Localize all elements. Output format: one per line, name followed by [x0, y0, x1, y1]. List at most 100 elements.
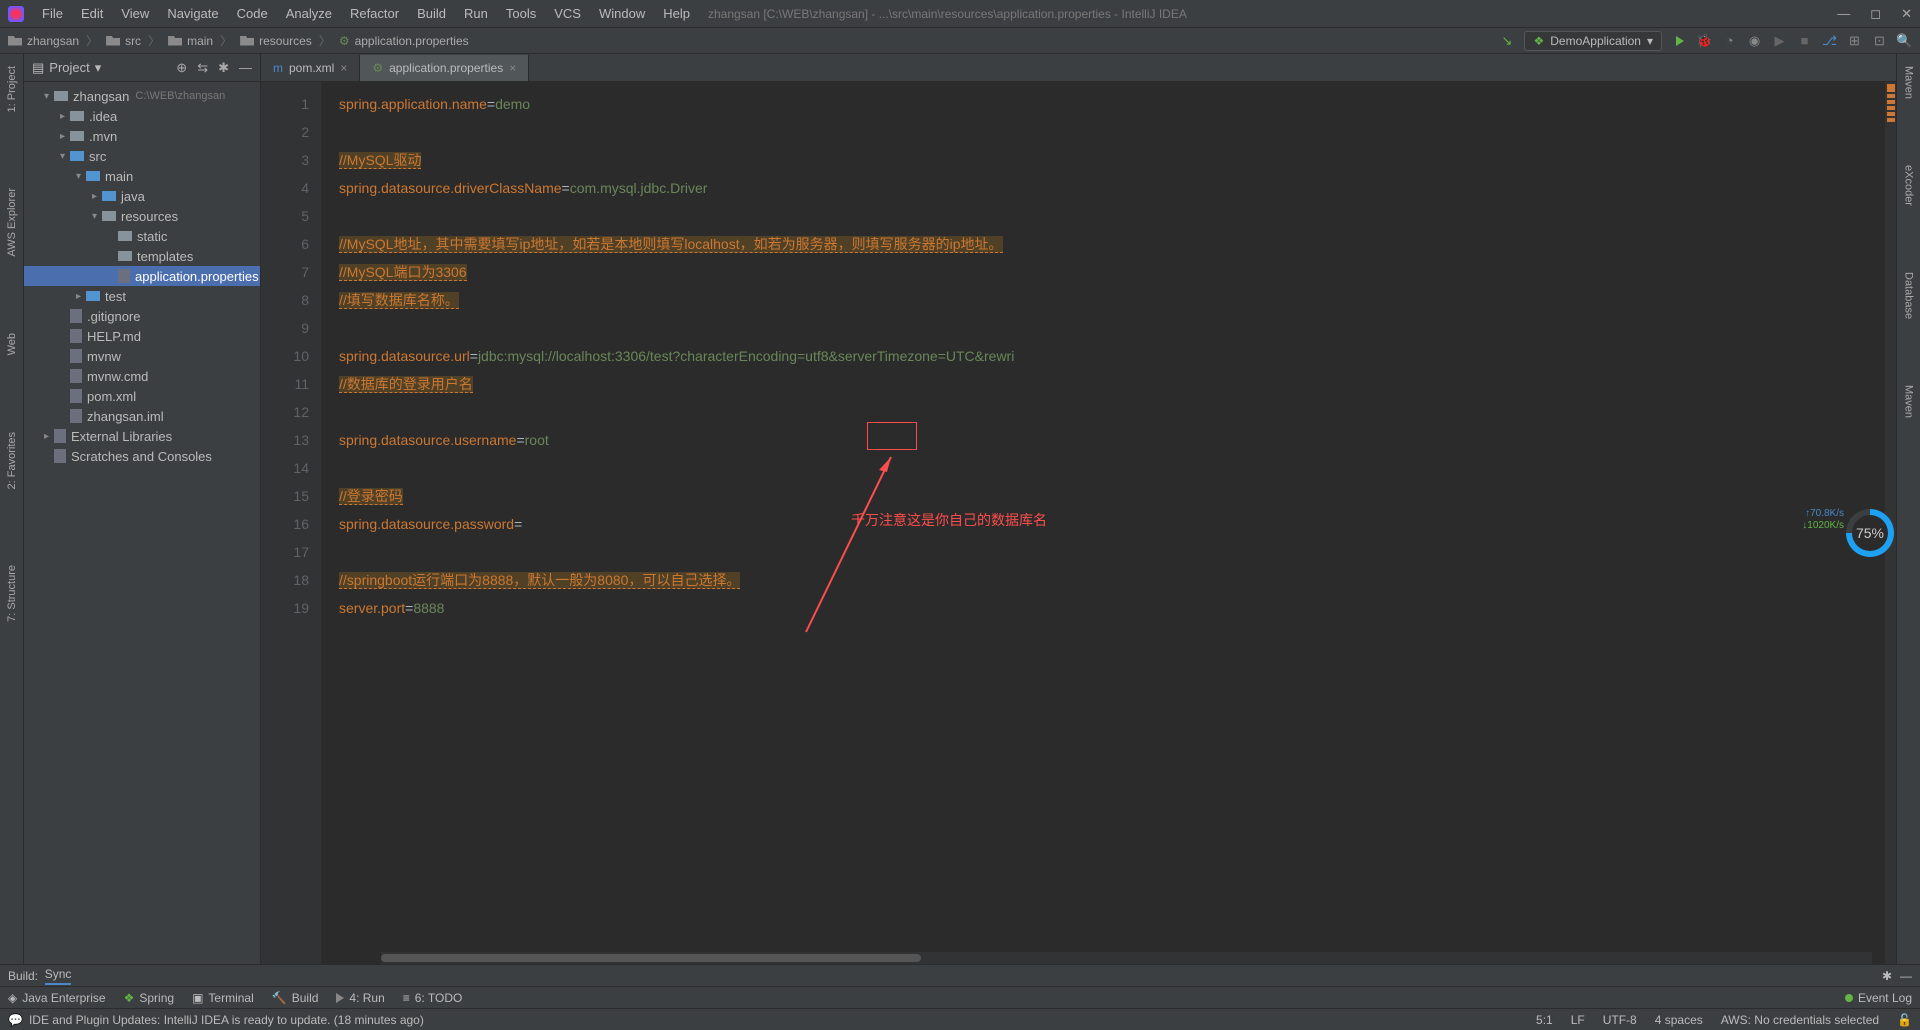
- minimize-icon[interactable]: —: [1837, 6, 1850, 22]
- search-icon[interactable]: 🔍: [1897, 33, 1912, 48]
- collapse-icon[interactable]: —: [239, 60, 252, 76]
- menu-code[interactable]: Code: [229, 3, 276, 24]
- settings-icon[interactable]: ⊞: [1847, 33, 1862, 48]
- chevron-down-icon[interactable]: ▾: [95, 60, 102, 76]
- tool-tab-maven-top[interactable]: Maven: [1901, 58, 1917, 107]
- aws-status[interactable]: AWS: No credentials selected: [1721, 1013, 1879, 1027]
- debug-button[interactable]: 🐞: [1697, 33, 1712, 48]
- tree-row[interactable]: ▾resources: [24, 206, 260, 226]
- menu-run[interactable]: Run: [456, 3, 496, 24]
- project-panel-header: ▤Project▾ ⊕ ⇆ ✱ —: [24, 54, 260, 82]
- maximize-icon[interactable]: ◻: [1870, 6, 1881, 22]
- menu-view[interactable]: View: [113, 3, 157, 24]
- tab-build[interactable]: 🔨Build: [272, 991, 319, 1005]
- run-config-selector[interactable]: ❖ DemoApplication ▾: [1524, 31, 1662, 51]
- tree-row[interactable]: application.properties: [24, 266, 260, 286]
- bottom-tool-tabs: ◈Java Enterprise ❖Spring ▣Terminal 🔨Buil…: [0, 986, 1920, 1008]
- tree-row[interactable]: .gitignore: [24, 306, 260, 326]
- gear-icon[interactable]: ✱: [218, 60, 229, 76]
- list-icon: ≡: [403, 991, 410, 1005]
- crumb[interactable]: src〉: [106, 32, 162, 49]
- tool-tab-excoder[interactable]: eXcoder: [1901, 157, 1917, 214]
- close-icon[interactable]: ×: [340, 61, 347, 75]
- tab-terminal[interactable]: ▣Terminal: [192, 991, 254, 1005]
- menu-vcs[interactable]: VCS: [546, 3, 589, 24]
- panel-title[interactable]: Project: [49, 60, 89, 75]
- tree-row[interactable]: ▸External Libraries: [24, 426, 260, 446]
- run-button[interactable]: [1672, 33, 1687, 48]
- expand-icon[interactable]: ⇆: [197, 60, 208, 76]
- project-tree[interactable]: ▾zhangsanC:\WEB\zhangsan▸.idea▸.mvn▾src▾…: [24, 82, 260, 470]
- build-bar: Build: Sync ✱ —: [0, 964, 1920, 986]
- tab-run[interactable]: 4: Run: [336, 991, 384, 1005]
- tool-tab-favorites[interactable]: 2: Favorites: [4, 424, 20, 497]
- editor-tab-pom[interactable]: mpom.xml×: [261, 55, 360, 81]
- menu-build[interactable]: Build: [409, 3, 454, 24]
- profiler-button[interactable]: ◉: [1747, 33, 1762, 48]
- tab-todo[interactable]: ≡6: TODO: [403, 991, 463, 1005]
- line-separator[interactable]: LF: [1571, 1013, 1585, 1027]
- tree-row[interactable]: HELP.md: [24, 326, 260, 346]
- tool-tab-structure[interactable]: 7: Structure: [4, 557, 20, 630]
- tree-row[interactable]: ▸.mvn: [24, 126, 260, 146]
- collapse-icon[interactable]: —: [1900, 969, 1912, 983]
- cube-icon: ◈: [8, 991, 17, 1005]
- menu-analyze[interactable]: Analyze: [278, 3, 340, 24]
- tree-row[interactable]: Scratches and Consoles: [24, 446, 260, 466]
- locate-icon[interactable]: ⊕: [176, 60, 187, 76]
- menu-tools[interactable]: Tools: [498, 3, 544, 24]
- crumb-root[interactable]: zhangsan〉: [8, 32, 100, 49]
- crumb-file[interactable]: ⚙application.properties: [339, 34, 469, 48]
- run-icon: [336, 993, 344, 1003]
- file-encoding[interactable]: UTF-8: [1603, 1013, 1637, 1027]
- tree-row[interactable]: pom.xml: [24, 386, 260, 406]
- coverage-button[interactable]: ◔: [1722, 33, 1737, 48]
- indent-setting[interactable]: 4 spaces: [1655, 1013, 1703, 1027]
- menu-window[interactable]: Window: [591, 3, 653, 24]
- menu-navigate[interactable]: Navigate: [159, 3, 226, 24]
- tree-row[interactable]: zhangsan.iml: [24, 406, 260, 426]
- close-icon[interactable]: ✕: [1901, 6, 1912, 22]
- tree-row[interactable]: mvnw: [24, 346, 260, 366]
- build-hammer-icon[interactable]: ↘: [1499, 33, 1514, 48]
- tree-row[interactable]: ▾main: [24, 166, 260, 186]
- folder-icon: [70, 111, 84, 121]
- tool-tab-database[interactable]: Database: [1901, 264, 1917, 327]
- editor-tab-properties[interactable]: ⚙application.properties×: [360, 55, 529, 81]
- tree-row[interactable]: mvnw.cmd: [24, 366, 260, 386]
- code-content[interactable]: spring.application.name=demo //MySQL驱动 s…: [321, 82, 1884, 964]
- tool-tab-maven[interactable]: Maven: [1901, 377, 1917, 426]
- search-everywhere-icon[interactable]: ⊡: [1872, 33, 1887, 48]
- horizontal-scrollbar[interactable]: [381, 952, 1872, 964]
- stop-button[interactable]: ■: [1797, 33, 1812, 48]
- code-editor[interactable]: 12345678910111213141516171819 spring.app…: [261, 82, 1896, 964]
- menu-refactor[interactable]: Refactor: [342, 3, 407, 24]
- tab-spring[interactable]: ❖Spring: [124, 991, 174, 1005]
- crumb[interactable]: main〉: [168, 32, 234, 49]
- lock-icon[interactable]: 🔓: [1897, 1013, 1912, 1027]
- build-sync-tab[interactable]: Sync: [45, 967, 72, 985]
- tree-row[interactable]: ▸.idea: [24, 106, 260, 126]
- scratch-icon: [54, 449, 66, 463]
- tool-tab-project[interactable]: 1: Project: [4, 58, 20, 120]
- tree-row[interactable]: ▸test: [24, 286, 260, 306]
- tool-tab-web[interactable]: Web: [4, 325, 20, 363]
- tab-java-enterprise[interactable]: ◈Java Enterprise: [8, 991, 106, 1005]
- tree-row[interactable]: ▾zhangsanC:\WEB\zhangsan: [24, 86, 260, 106]
- gear-icon[interactable]: ✱: [1882, 969, 1892, 983]
- folder-blue-icon: [70, 151, 84, 161]
- menu-edit[interactable]: Edit: [73, 3, 111, 24]
- menu-file[interactable]: File: [34, 3, 71, 24]
- crumb[interactable]: resources〉: [240, 32, 333, 49]
- tree-row[interactable]: ▸java: [24, 186, 260, 206]
- menu-help[interactable]: Help: [655, 3, 698, 24]
- event-log[interactable]: Event Log: [1845, 991, 1912, 1005]
- close-icon[interactable]: ×: [509, 61, 516, 75]
- tree-row[interactable]: ▾src: [24, 146, 260, 166]
- tree-row[interactable]: static: [24, 226, 260, 246]
- attach-button[interactable]: ▶: [1772, 33, 1787, 48]
- tree-row[interactable]: templates: [24, 246, 260, 266]
- notification-icon[interactable]: 💬: [8, 1013, 23, 1027]
- vcs-icon[interactable]: ⎇: [1822, 33, 1837, 48]
- tool-tab-aws[interactable]: AWS Explorer: [4, 180, 20, 265]
